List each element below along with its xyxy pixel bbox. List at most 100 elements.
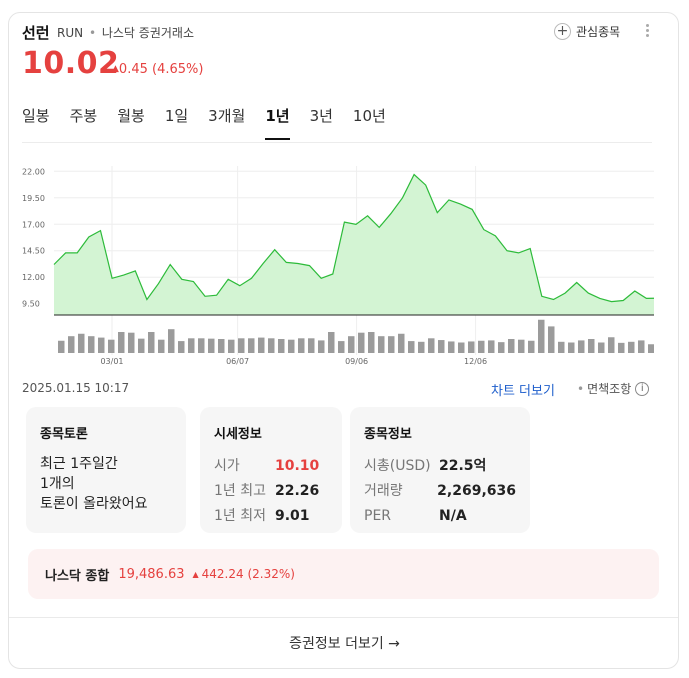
market-info-row: 1년 최저 9.01: [214, 504, 328, 529]
volume-bar: [508, 339, 515, 353]
year-high-label: 1년 최고: [214, 483, 266, 499]
volume-bar: [488, 340, 495, 353]
more-options-icon[interactable]: [645, 24, 651, 40]
discussion-card[interactable]: 종목토론 최근 1주일간 1개의 토론이 올라왔어요: [26, 407, 186, 533]
volume-bar: [648, 344, 654, 353]
discussion-title: 종목토론: [40, 427, 88, 442]
volume-bar: [408, 341, 415, 353]
volume-bar: [378, 336, 385, 353]
price-chart-svg: 22.00 19.50 17.00 14.50 12.00 9.50 03/01 06/07 0…: [22, 166, 654, 366]
change-percent: (4.65%): [152, 62, 204, 77]
index-change-value: 442.24: [201, 567, 244, 581]
year-low-value: 9.01: [275, 508, 310, 524]
market-cap-value: 22.5억: [439, 458, 487, 474]
stock-name: 선런: [22, 24, 50, 42]
volume-bar: [428, 338, 435, 353]
info-icon[interactable]: i: [635, 381, 650, 396]
tab-period[interactable]: 1년: [265, 100, 290, 142]
volume-bar: [168, 329, 175, 353]
x-tick-label: 12/06: [464, 357, 487, 366]
volume-bar: [368, 332, 375, 353]
x-tick-label: 09/06: [345, 357, 368, 366]
stock-info-row: 시총(USD) 22.5억: [364, 454, 516, 479]
volume-bar: [258, 337, 265, 353]
volume-bar: [568, 342, 575, 353]
volume-bar: [468, 341, 475, 353]
volume-bar: [278, 339, 285, 353]
volume-bar: [288, 339, 295, 353]
tab-period[interactable]: 주봉: [70, 100, 98, 142]
market-info-row: 1년 최고 22.26: [214, 479, 328, 504]
year-high-value: 22.26: [275, 483, 320, 499]
volume-bar: [228, 339, 235, 353]
plus-icon: +: [554, 22, 571, 40]
volume-bar: [238, 338, 245, 353]
volume-bar: [268, 338, 275, 353]
volume-bar: [518, 339, 525, 353]
add-watchlist-button[interactable]: + 관심종목: [554, 21, 620, 41]
tabs-divider: [22, 142, 652, 143]
volume-bar: [248, 338, 255, 353]
tab-period[interactable]: 10년: [353, 100, 386, 142]
timestamp: 2025.01.15 10:17: [22, 381, 130, 395]
volume-bar: [418, 341, 425, 353]
volume-bar: [298, 338, 305, 353]
volume-bar: [58, 340, 65, 353]
volume-bar: [438, 340, 445, 353]
volume-bar: [118, 332, 125, 353]
price-change: ▲0.45 (4.65%): [112, 62, 203, 77]
tab-period[interactable]: 3년: [310, 100, 333, 142]
index-change-percent: (2.32%): [247, 567, 295, 581]
volume-bar: [318, 340, 325, 353]
market-info-card: 시세정보 시가 10.10 1년 최고 22.26 1년 최저 9.01: [200, 407, 342, 533]
volume-bar: [68, 336, 75, 353]
volume-bar: [328, 332, 335, 353]
separator-dot: •: [88, 26, 97, 40]
tab-period[interactable]: 월봉: [117, 100, 145, 142]
volume-bar: [398, 333, 405, 353]
market-info-row: 시가 10.10: [214, 454, 328, 479]
x-tick-label: 06/07: [226, 357, 249, 366]
x-tick-label: 03/01: [100, 357, 123, 366]
volume-bar: [98, 337, 105, 353]
volume-bar: [528, 340, 535, 353]
disclaimer-link[interactable]: 면책조항: [587, 380, 631, 397]
volume-bar: [628, 341, 635, 353]
y-tick-label: 12.00: [22, 273, 45, 282]
more-stock-info-link[interactable]: 증권정보 더보기 →: [0, 633, 689, 653]
volume-bar: [388, 336, 395, 353]
price-chart[interactable]: 22.00 19.50 17.00 14.50 12.00 9.50 03/01 06/07 0…: [22, 158, 654, 368]
footer-divider: [9, 617, 678, 618]
discussion-line: 최근 1주일간: [40, 456, 118, 472]
chart-more-link[interactable]: 차트 더보기: [491, 380, 555, 399]
up-arrow-icon: ▲: [112, 64, 119, 74]
change-value: 0.45: [118, 62, 148, 77]
volume-bar: [338, 341, 345, 353]
stock-info-card: 종목정보 시총(USD) 22.5억 거래량 2,269,636 PER N/A: [350, 407, 530, 533]
volume-bar: [348, 336, 355, 353]
stock-info-row: PER N/A: [364, 504, 516, 529]
per-label: PER: [364, 508, 392, 524]
volume-bar: [188, 338, 195, 353]
index-value: 19,486.63: [118, 566, 185, 582]
tab-period[interactable]: 1일: [165, 100, 188, 142]
volume-bar: [588, 339, 595, 353]
tab-period[interactable]: 일봉: [22, 100, 50, 142]
nasdaq-index-bar[interactable]: 나스닥 종합 19,486.63 ▲ 442.24 (2.32%): [28, 549, 659, 599]
market-info-title: 시세정보: [214, 427, 262, 442]
current-price: 10.02: [22, 46, 120, 81]
discussion-line: 1개의: [40, 476, 75, 492]
index-change: ▲ 442.24 (2.32%): [193, 567, 295, 581]
y-tick-label: 14.50: [22, 247, 45, 256]
volume-bar: [448, 341, 455, 353]
ticker: RUN: [57, 26, 84, 40]
tab-period[interactable]: 3개월: [208, 100, 245, 142]
volume-label: 거래량: [364, 483, 403, 499]
volume-bar: [138, 338, 145, 353]
separator-dot: •: [577, 381, 585, 396]
up-arrow-icon: ▲: [192, 570, 199, 579]
volume-bar: [538, 319, 545, 353]
year-low-label: 1년 최저: [214, 508, 266, 524]
y-tick-label: 19.50: [22, 194, 45, 203]
volume-bar: [128, 332, 135, 353]
